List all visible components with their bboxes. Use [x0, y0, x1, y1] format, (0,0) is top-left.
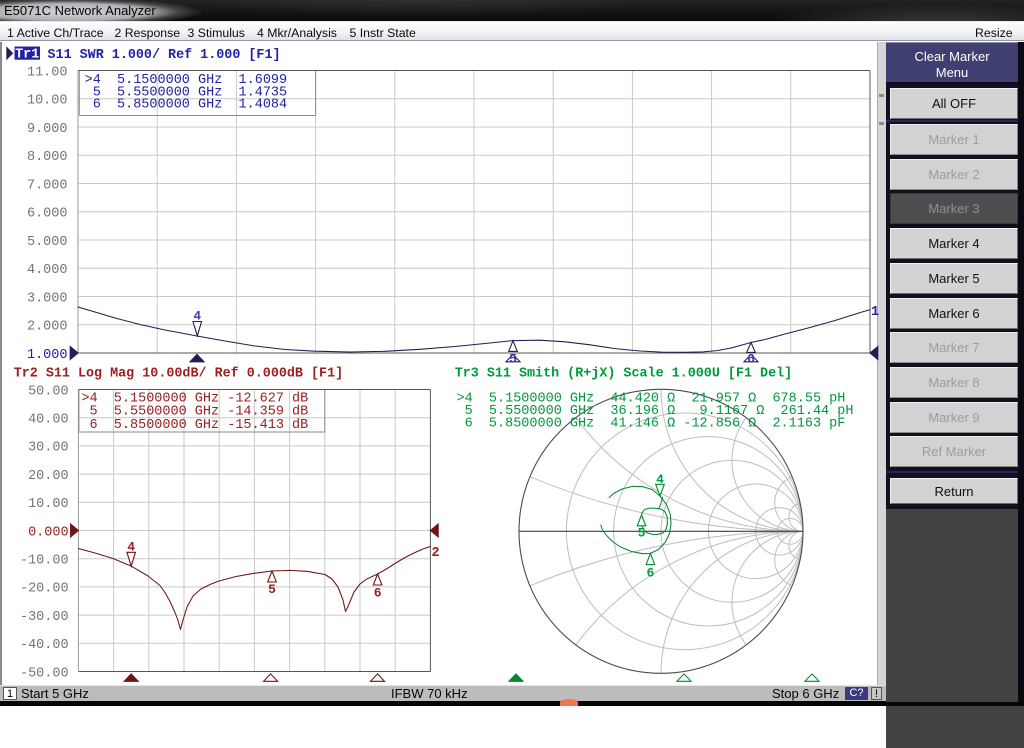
svg-text:Tr3 S11 Smith (R+jX) Scale 1.0: Tr3 S11 Smith (R+jX) Scale 1.000U [F1 De…	[455, 366, 793, 381]
svg-text:5: 5	[268, 582, 276, 597]
svg-text:2.000: 2.000	[27, 320, 68, 335]
svg-text:4: 4	[127, 540, 135, 555]
svg-text:Tr1: Tr1	[15, 48, 39, 63]
svg-text:6: 6	[374, 586, 382, 601]
svg-text:1: 1	[871, 305, 879, 320]
svg-text:6 5.8500000 GHz -15.413 dB: 6 5.8500000 GHz -15.413 dB	[81, 418, 308, 433]
svg-text:2: 2	[432, 546, 440, 561]
svg-text:4: 4	[656, 472, 664, 487]
svg-text:20.00: 20.00	[28, 469, 69, 484]
svg-text:4: 4	[193, 309, 201, 324]
svg-text:-30.00: -30.00	[20, 610, 69, 625]
svg-text:10.00: 10.00	[28, 497, 69, 512]
svg-text:-20.00: -20.00	[20, 582, 69, 597]
svg-text:Tr2 S11 Log Mag 10.00dB/ Ref 0: Tr2 S11 Log Mag 10.00dB/ Ref 0.000dB [F1…	[14, 366, 343, 381]
svg-text:6 5.8500000 GHz 41.146 Ω -12: 6 5.8500000 GHz 41.146 Ω -12.856 Ω 2.116…	[457, 416, 846, 431]
svg-text:S11 SWR 1.000/ Ref 1.000 [F1]: S11 SWR 1.000/ Ref 1.000 [F1]	[48, 48, 281, 63]
svg-text:5.000: 5.000	[27, 235, 68, 250]
svg-text:7.000: 7.000	[27, 178, 68, 193]
svg-text:50.00: 50.00	[28, 384, 69, 399]
svg-text:0.000: 0.000	[28, 525, 69, 540]
svg-text:-10.00: -10.00	[20, 554, 69, 569]
svg-text:6 5.8500000 GHz 1.4084: 6 5.8500000 GHz 1.4084	[85, 98, 288, 113]
svg-text:1.000: 1.000	[27, 348, 68, 363]
svg-text:5: 5	[509, 352, 517, 367]
svg-text:30.00: 30.00	[28, 441, 69, 456]
svg-text:40.00: 40.00	[28, 413, 69, 428]
svg-text:4.000: 4.000	[27, 263, 68, 278]
svg-text:9.000: 9.000	[27, 122, 68, 137]
svg-text:-40.00: -40.00	[20, 638, 69, 653]
svg-text:6.000: 6.000	[27, 207, 68, 222]
svg-text:3.000: 3.000	[27, 291, 68, 306]
svg-text:6: 6	[747, 352, 755, 367]
svg-text:10.00: 10.00	[27, 94, 68, 109]
svg-text:8.000: 8.000	[27, 150, 68, 165]
svg-text:6: 6	[646, 566, 654, 581]
svg-text:-50.00: -50.00	[20, 666, 69, 681]
svg-text:5: 5	[638, 526, 646, 541]
svg-text:11.00: 11.00	[27, 65, 68, 80]
